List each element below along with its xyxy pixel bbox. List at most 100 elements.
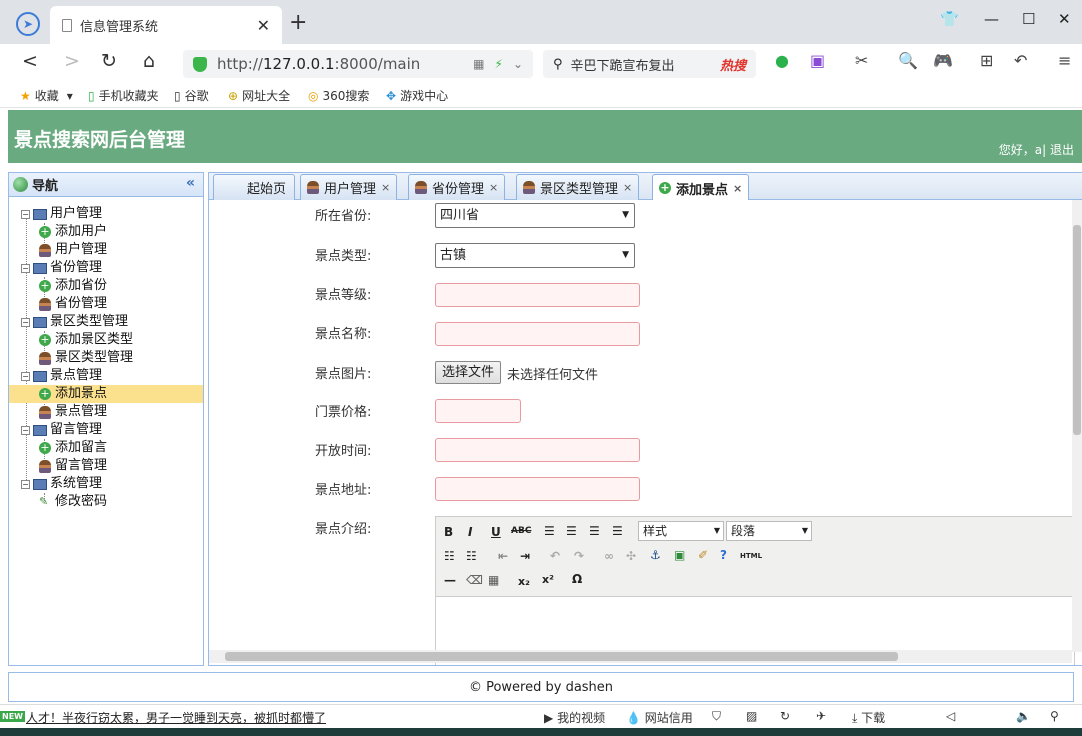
link-icon[interactable]: ∞ xyxy=(604,549,614,563)
collapse-toggle-icon[interactable]: − xyxy=(21,479,30,489)
rich-text-editor[interactable]: B I U ABC ☰ ☰ ☰ ☰ 样式 ▼ 段落 ▼ ☷ ☷ ⇤ ⇥ ↶ ↷ ∞ … xyxy=(435,516,1075,665)
shield-icon[interactable]: ⛉ xyxy=(712,709,721,724)
search-field[interactable]: ⚲ 辛巴下跪宣布复出 热搜 xyxy=(543,50,756,78)
bookmark-mobile[interactable]: ▯ 手机收藏夹 xyxy=(88,87,159,104)
forward-icon[interactable]: > xyxy=(64,50,80,72)
collapse-toggle-icon[interactable]: − xyxy=(21,209,30,219)
tab-add-spot[interactable]: + 添加景点 × xyxy=(652,174,750,201)
table-icon[interactable]: ▦ xyxy=(488,573,499,587)
news-link[interactable]: 人才！半夜行窃太累，男子一觉睡到天亮，被抓时都懵了 xyxy=(26,709,326,726)
rocket-icon[interactable]: ✈ xyxy=(816,709,826,723)
collapse-toggle-icon[interactable]: − xyxy=(21,371,30,381)
hot-search-badge[interactable]: 热搜 xyxy=(720,55,746,74)
tab-province-manage[interactable]: 省份管理 × xyxy=(408,174,506,200)
vertical-scrollbar[interactable] xyxy=(1072,200,1082,652)
browser-logo-icon[interactable]: ➤ xyxy=(16,12,40,36)
tree-item-province-manage[interactable]: 省份管理 xyxy=(9,295,203,313)
level-input[interactable] xyxy=(435,283,640,307)
game-icon[interactable]: 🎮 xyxy=(933,51,953,70)
collapse-toggle-icon[interactable]: − xyxy=(21,317,30,327)
tab-scenic-type-manage[interactable]: 景区类型管理 × xyxy=(516,174,640,200)
zoom-icon[interactable]: ⚲ xyxy=(1050,709,1059,723)
align-right-icon[interactable]: ☰ xyxy=(589,524,600,538)
align-justify-icon[interactable]: ☰ xyxy=(612,524,623,538)
anchor-icon[interactable]: ⚓ xyxy=(650,548,661,562)
close-window-icon[interactable]: ✕ xyxy=(1058,10,1071,28)
horizontal-rule-icon[interactable]: — xyxy=(444,573,456,587)
special-char-icon[interactable]: Ω xyxy=(572,572,582,586)
redo-icon[interactable]: ↷ xyxy=(574,549,584,563)
tree-item-message-manage[interactable]: 留言管理 xyxy=(9,457,203,475)
address-input[interactable] xyxy=(435,477,640,501)
province-select[interactable]: 四川省 ▼ xyxy=(435,203,635,228)
lightning-icon[interactable]: ⚡ xyxy=(495,57,503,71)
maximize-icon[interactable]: ☐ xyxy=(1022,10,1035,28)
cleanup-icon[interactable]: ✐ xyxy=(698,548,708,562)
outdent-icon[interactable]: ⇤ xyxy=(498,549,508,563)
unlink-icon[interactable]: ✣ xyxy=(626,549,636,563)
price-input[interactable] xyxy=(435,399,521,423)
user-greeting[interactable]: 您好，a| 退出 xyxy=(999,141,1074,158)
tree-group-provinces[interactable]: − 省份管理 xyxy=(9,259,203,277)
close-tab-icon[interactable]: × xyxy=(733,182,742,195)
browser-tab[interactable]: 信息管理系统 ✕ xyxy=(50,6,282,44)
italic-icon[interactable]: I xyxy=(468,525,472,539)
tree-item-add-spot[interactable]: + 添加景点 xyxy=(9,385,203,403)
collapse-toggle-icon[interactable]: − xyxy=(21,425,30,435)
tab-user-manage[interactable]: 用户管理 × xyxy=(300,174,398,200)
menu-icon[interactable]: ≡ xyxy=(1058,51,1071,70)
close-tab-icon[interactable]: ✕ xyxy=(257,16,270,35)
reload-icon[interactable]: ↻ xyxy=(101,50,117,72)
tree-group-scenic-types[interactable]: − 景区类型管理 xyxy=(9,313,203,331)
collapse-toggle-icon[interactable]: − xyxy=(21,263,30,273)
status-video[interactable]: ▶ 我的视频 xyxy=(544,709,605,726)
subscript-icon[interactable]: x₂ xyxy=(518,575,530,588)
scroll-thumb[interactable] xyxy=(225,652,898,661)
tree-group-spots[interactable]: − 景点管理 xyxy=(9,367,203,385)
superscript-icon[interactable]: x² xyxy=(542,573,554,586)
tree-item-user-manage[interactable]: 用户管理 xyxy=(9,241,203,259)
numbered-list-icon[interactable]: ☷ xyxy=(466,549,477,563)
translate-icon[interactable]: ▣ xyxy=(810,51,825,70)
grid-icon[interactable]: ⊞ xyxy=(980,51,993,70)
minimize-icon[interactable]: — xyxy=(984,10,999,28)
style-select[interactable]: 样式 ▼ xyxy=(638,521,724,541)
strikethrough-icon[interactable]: ABC xyxy=(511,526,531,536)
horizontal-scrollbar[interactable] xyxy=(209,650,1072,663)
home-icon[interactable]: ⌂ xyxy=(143,50,155,72)
hours-input[interactable] xyxy=(435,438,640,462)
undo-icon[interactable]: ↶ xyxy=(1014,51,1027,70)
scissors-icon[interactable]: ✂ xyxy=(855,51,868,70)
paragraph-select[interactable]: 段落 ▼ xyxy=(726,521,812,541)
status-download[interactable]: ⤓ 下载 xyxy=(852,709,885,726)
tree-group-system[interactable]: − 系统管理 xyxy=(9,475,203,493)
tree-item-add-scenic-type[interactable]: + 添加景区类型 xyxy=(9,331,203,349)
bullet-list-icon[interactable]: ☷ xyxy=(444,549,455,563)
align-left-icon[interactable]: ☰ xyxy=(544,524,555,538)
shirt-icon[interactable]: 👕 xyxy=(940,10,959,28)
undo-icon[interactable]: ↶ xyxy=(550,549,560,563)
magnifier-icon[interactable]: 🔍 xyxy=(898,51,918,70)
html-icon[interactable]: HTML xyxy=(740,552,762,560)
close-tab-icon[interactable]: × xyxy=(489,181,498,194)
speaker-icon[interactable]: 🔈 xyxy=(1016,709,1031,723)
sound-icon[interactable]: ◁ xyxy=(946,709,955,723)
dropdown-chevron-icon[interactable]: ⌄ xyxy=(513,57,523,71)
indent-icon[interactable]: ⇥ xyxy=(520,549,530,563)
tree-item-spot-manage[interactable]: 景点管理 xyxy=(9,403,203,421)
qr-icon[interactable]: ▦ xyxy=(473,57,484,71)
refresh-icon[interactable]: ↻ xyxy=(780,709,790,723)
bookmark-favorites[interactable]: ★ 收藏 ▾ xyxy=(20,87,77,104)
tab-home[interactable]: 起始页 xyxy=(213,174,295,200)
close-tab-icon[interactable]: × xyxy=(623,181,632,194)
image-icon[interactable]: ▣ xyxy=(674,548,685,562)
back-icon[interactable]: < xyxy=(22,50,38,72)
align-center-icon[interactable]: ☰ xyxy=(566,524,577,538)
eraser-icon[interactable]: ⌫ xyxy=(466,573,483,587)
name-input[interactable] xyxy=(435,322,640,346)
type-select[interactable]: 古镇 ▼ xyxy=(435,243,635,268)
wechat-icon[interactable]: ● xyxy=(775,51,789,70)
bookmark-games[interactable]: ✥ 游戏中心 xyxy=(386,87,448,104)
bold-icon[interactable]: B xyxy=(444,525,453,539)
tree-item-scenic-type-manage[interactable]: 景区类型管理 xyxy=(9,349,203,367)
